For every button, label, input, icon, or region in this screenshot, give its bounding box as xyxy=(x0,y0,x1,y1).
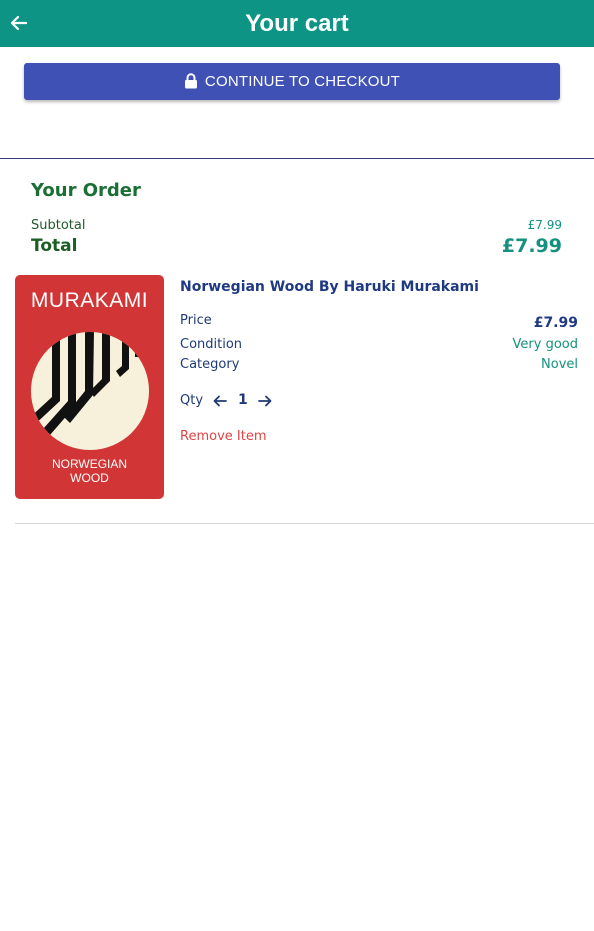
subtotal-label: Subtotal xyxy=(31,218,86,233)
category-label: Category xyxy=(180,357,240,372)
arrow-left-icon xyxy=(213,395,227,407)
total-label: Total xyxy=(31,236,78,256)
section-divider xyxy=(0,158,594,159)
page-title: Your cart xyxy=(245,10,349,37)
cover-art-circle xyxy=(31,332,149,450)
quantity-increase-button[interactable] xyxy=(257,393,273,409)
checkout-button-label: CONTINUE TO CHECKOUT xyxy=(204,73,401,90)
remove-item-link[interactable]: Remove Item xyxy=(180,429,266,444)
total-value: £7.99 xyxy=(501,235,562,257)
lock-icon xyxy=(184,72,197,88)
book-cover-image: MURAKAMI NORWEGIAN WOOD xyxy=(15,275,164,499)
price-value: £7.99 xyxy=(533,315,578,331)
subtotal-value: £7.99 xyxy=(527,218,562,232)
condition-label: Condition xyxy=(180,337,243,352)
continue-to-checkout-button[interactable]: CONTINUE TO CHECKOUT xyxy=(24,63,560,100)
order-summary-title: Your Order xyxy=(31,180,141,201)
arrow-right-icon xyxy=(258,395,272,407)
cover-author-text: MURAKAMI xyxy=(30,289,149,312)
item-divider xyxy=(15,523,594,524)
quantity-label: Qty xyxy=(180,393,204,408)
condition-value: Very good xyxy=(512,337,578,352)
quantity-decrease-button[interactable] xyxy=(212,393,228,409)
price-label: Price xyxy=(180,313,212,328)
quantity-value: 1 xyxy=(238,392,248,408)
cover-title-text: NORWEGIAN WOOD xyxy=(51,457,128,485)
app-header: Your cart xyxy=(0,0,594,47)
item-title: Norwegian Wood By Haruki Murakami xyxy=(180,279,479,295)
category-value: Novel xyxy=(541,357,578,372)
